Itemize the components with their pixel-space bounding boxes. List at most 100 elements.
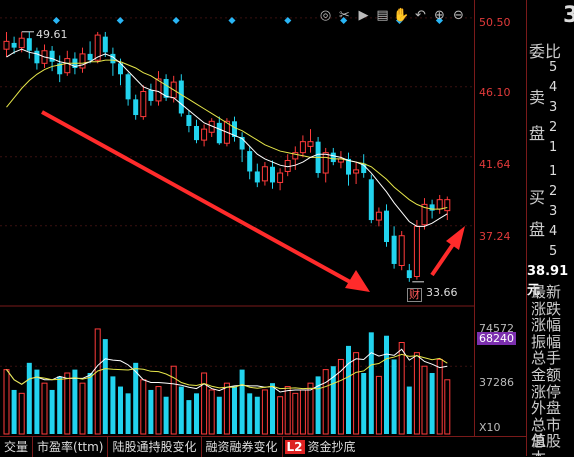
candle-body [261,166,268,182]
volume-bar [79,382,86,435]
chart-toolbar: ◎ ✂ ▶ ▤ ✋ ↶ ⊕ ⊖ [316,4,468,23]
field-volume: 总手 [531,349,562,368]
field-change-pct: 涨幅 [531,316,562,335]
candle-body [270,166,275,183]
hand-icon[interactable]: ✋ [392,8,411,23]
quote-panel: 3 委比 卖 盘 买 盘 5 4 3 2 1 1 2 3 4 5 38.91元 … [526,0,574,456]
candle-body [155,78,162,102]
candlestick-chart[interactable] [0,0,474,436]
volume-bar [194,393,199,434]
candle-body [79,53,86,69]
eye-icon[interactable]: ◎ [316,8,335,23]
finance-tag[interactable]: 财 [407,288,422,302]
volume-bar [398,342,405,435]
volume-bar [261,389,268,435]
volume-bar [140,379,147,435]
candle-body [444,199,451,212]
volume-bar [254,396,260,434]
event-marker [52,16,60,25]
candle-body [307,141,314,147]
volume-bar [307,382,314,435]
volume-bar [247,393,253,434]
volume-bar [201,372,208,435]
volume-bar [391,359,397,434]
volume-bar [118,386,123,434]
tab-pe-ttm[interactable]: 市盈率(ttm) [33,437,109,457]
event-marker [172,16,180,25]
candle-body [330,152,336,163]
high-price-label: 49.61 [36,28,68,41]
buy-level: 5 [549,244,558,259]
candle-body [64,58,71,74]
volume-bar [292,392,299,435]
candle-body [254,171,260,183]
volume-unit: X10 [479,421,501,434]
candle-body [353,169,360,174]
scissors-icon[interactable]: ✂ [335,8,354,23]
candle-body [436,199,443,210]
volume-bar [413,352,420,435]
candle-body [3,40,10,50]
volume-bar [3,369,10,435]
volume-bar [406,386,412,434]
volume-bar [384,335,389,434]
volume-bar [72,369,78,434]
candle-body [178,80,184,114]
undo-icon[interactable]: ↶ [411,8,430,23]
volume-bar [375,375,382,435]
volume-bar [102,339,108,434]
volume-bar [163,396,169,434]
sell-label: 卖 [529,88,546,107]
sell-level: 3 [549,100,558,115]
order-ratio-label: 委比 [529,42,562,61]
candle-body [11,42,17,48]
candle-body [368,179,374,221]
candle-body [125,74,131,100]
zoom-out-icon[interactable]: ⊖ [449,8,468,23]
volume-bar [155,386,162,435]
tab-northbound[interactable]: 陆股通持股变化 [108,437,202,457]
tab-margin[interactable]: 融资融券变化 [202,437,283,457]
volume-bar [299,389,306,435]
sell-label: 盘 [529,124,546,143]
candle-body [391,235,397,264]
volume-bar [11,389,17,434]
volume-bar [186,400,192,434]
candle-body [277,172,284,183]
document-icon[interactable]: ▤ [373,8,392,23]
volume-bar [346,345,351,434]
buy-label: 盘 [529,220,546,239]
candle-body [384,210,389,242]
candle-body [186,115,192,126]
play-icon[interactable]: ▶ [354,8,373,23]
field-limit-up: 涨停 [531,382,562,401]
volume-bar [444,379,451,435]
zoom-in-icon[interactable]: ⊕ [430,8,449,23]
candle-body [216,122,222,144]
candle-body [49,50,55,62]
volume-bar [208,389,215,435]
volume-bar [330,366,336,434]
candle-body [429,204,435,211]
volume-bar [64,372,71,435]
candle-body [34,50,40,64]
price-axis: 50.50 46.10 41.64 37.24 74572 68240 3728… [474,0,527,436]
tab-bottom-fishing[interactable]: 资金抄底 [308,437,356,457]
candle-body [247,151,253,172]
candle-body [201,128,208,141]
candle-body [102,36,108,53]
rebound-arrow-head [446,226,465,250]
buy-level: 4 [549,224,558,239]
volume-bar [41,382,48,435]
field-latest: 最新 [531,283,562,301]
volume-tick: 37286 [479,376,514,389]
quote-fields: 最新 涨跌 涨幅 振幅 总手 金额 涨停 外盘 总市值 总股本 [527,283,574,456]
l2-badge: L2 [284,440,305,454]
volume-bar [178,386,184,434]
volume-bar [26,362,32,434]
tab-volume[interactable]: 交量 [0,437,34,457]
field-amount: 金额 [531,365,562,384]
volume-bar [94,328,101,435]
volume-bar [34,369,40,434]
volume-bar [421,365,428,435]
